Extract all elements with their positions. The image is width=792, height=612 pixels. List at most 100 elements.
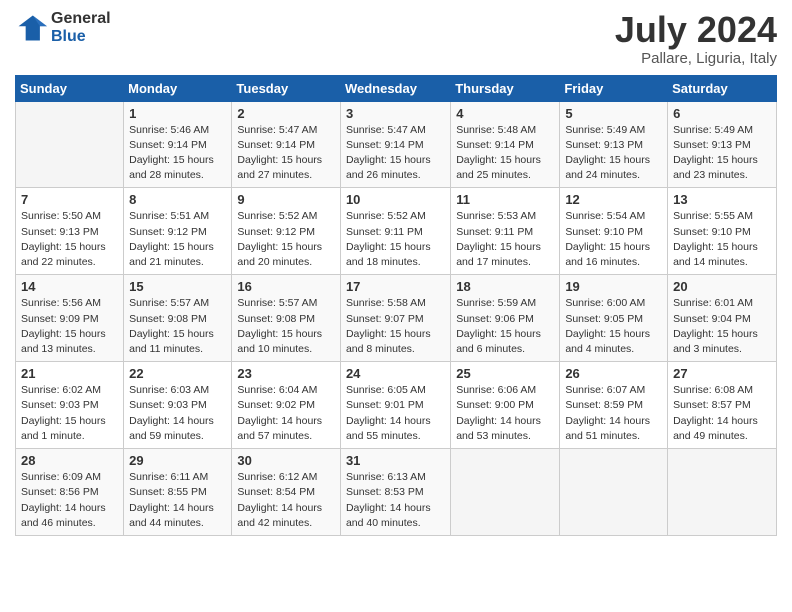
calendar-cell: 31 Sunrise: 6:13 AM Sunset: 8:53 PM Dayli…: [340, 449, 450, 536]
title-block: July 2024 Pallare, Liguria, Italy: [615, 10, 777, 67]
day-info: Sunrise: 5:56 AM Sunset: 9:09 PM Dayligh…: [21, 296, 118, 357]
day-info: Sunrise: 6:13 AM Sunset: 8:53 PM Dayligh…: [346, 470, 445, 531]
calendar-cell: [451, 449, 560, 536]
calendar-cell: 11 Sunrise: 5:53 AM Sunset: 9:11 PM Dayli…: [451, 188, 560, 275]
day-number: 19: [565, 279, 662, 294]
weekday-header: Tuesday: [232, 75, 341, 101]
calendar-cell: 17 Sunrise: 5:58 AM Sunset: 9:07 PM Dayli…: [340, 275, 450, 362]
day-info: Sunrise: 5:52 AM Sunset: 9:12 PM Dayligh…: [237, 209, 335, 270]
day-info: Sunrise: 6:07 AM Sunset: 8:59 PM Dayligh…: [565, 383, 662, 444]
day-number: 3: [346, 106, 445, 121]
logo-icon: [15, 12, 47, 44]
calendar-week-row: 28 Sunrise: 6:09 AM Sunset: 8:56 PM Dayli…: [16, 449, 777, 536]
day-number: 30: [237, 453, 335, 468]
day-number: 16: [237, 279, 335, 294]
weekday-header: Monday: [124, 75, 232, 101]
calendar-cell: 4 Sunrise: 5:48 AM Sunset: 9:14 PM Daylig…: [451, 101, 560, 188]
calendar-cell: 5Sunrise: 5:49 AM Sunset: 9:13 PM Daylig…: [560, 101, 668, 188]
calendar-cell: 9 Sunrise: 5:52 AM Sunset: 9:12 PM Daylig…: [232, 188, 341, 275]
calendar-cell: 30 Sunrise: 6:12 AM Sunset: 8:54 PM Dayli…: [232, 449, 341, 536]
day-info: Sunrise: 5:54 AM Sunset: 9:10 PM Dayligh…: [565, 209, 662, 270]
day-info: Sunrise: 5:55 AM Sunset: 9:10 PM Dayligh…: [673, 209, 771, 270]
day-number: 8: [129, 192, 226, 207]
weekday-header: Thursday: [451, 75, 560, 101]
logo-blue-text: Blue: [51, 28, 111, 46]
calendar-cell: 28 Sunrise: 6:09 AM Sunset: 8:56 PM Dayli…: [16, 449, 124, 536]
logo-text: General Blue: [51, 10, 111, 45]
day-number: 20: [673, 279, 771, 294]
day-info: Sunrise: 5:57 AM Sunset: 9:08 PM Dayligh…: [237, 296, 335, 357]
day-number: 24: [346, 366, 445, 381]
calendar-cell: 2 Sunrise: 5:47 AM Sunset: 9:14 PM Daylig…: [232, 101, 341, 188]
day-number: 12: [565, 192, 662, 207]
day-info: Sunrise: 5:53 AM Sunset: 9:11 PM Dayligh…: [456, 209, 554, 270]
day-number: 25: [456, 366, 554, 381]
calendar-cell: 18Sunrise: 5:59 AM Sunset: 9:06 PM Dayli…: [451, 275, 560, 362]
day-number: 4: [456, 106, 554, 121]
day-number: 11: [456, 192, 554, 207]
day-info: Sunrise: 5:52 AM Sunset: 9:11 PM Dayligh…: [346, 209, 445, 270]
page: General Blue July 2024 Pallare, Liguria,…: [0, 0, 792, 612]
day-info: Sunrise: 5:49 AM Sunset: 9:13 PM Dayligh…: [565, 123, 662, 184]
calendar-cell: 26Sunrise: 6:07 AM Sunset: 8:59 PM Dayli…: [560, 362, 668, 449]
day-number: 15: [129, 279, 226, 294]
day-info: Sunrise: 6:04 AM Sunset: 9:02 PM Dayligh…: [237, 383, 335, 444]
calendar-cell: 3Sunrise: 5:47 AM Sunset: 9:14 PM Daylig…: [340, 101, 450, 188]
calendar-cell: [16, 101, 124, 188]
calendar-cell: 16 Sunrise: 5:57 AM Sunset: 9:08 PM Dayli…: [232, 275, 341, 362]
day-number: 7: [21, 192, 118, 207]
calendar-cell: 12 Sunrise: 5:54 AM Sunset: 9:10 PM Dayli…: [560, 188, 668, 275]
day-number: 1: [129, 106, 226, 121]
calendar-week-row: 1 Sunrise: 5:46 AM Sunset: 9:14 PM Daylig…: [16, 101, 777, 188]
calendar-cell: 7 Sunrise: 5:50 AM Sunset: 9:13 PM Daylig…: [16, 188, 124, 275]
day-info: Sunrise: 5:46 AM Sunset: 9:14 PM Dayligh…: [129, 123, 226, 184]
calendar-week-row: 14Sunrise: 5:56 AM Sunset: 9:09 PM Dayli…: [16, 275, 777, 362]
day-info: Sunrise: 6:11 AM Sunset: 8:55 PM Dayligh…: [129, 470, 226, 531]
day-number: 21: [21, 366, 118, 381]
day-info: Sunrise: 5:58 AM Sunset: 9:07 PM Dayligh…: [346, 296, 445, 357]
calendar-cell: 27 Sunrise: 6:08 AM Sunset: 8:57 PM Dayli…: [668, 362, 777, 449]
day-info: Sunrise: 5:51 AM Sunset: 9:12 PM Dayligh…: [129, 209, 226, 270]
calendar-cell: 24Sunrise: 6:05 AM Sunset: 9:01 PM Dayli…: [340, 362, 450, 449]
weekday-header: Friday: [560, 75, 668, 101]
day-info: Sunrise: 6:06 AM Sunset: 9:00 PM Dayligh…: [456, 383, 554, 444]
day-number: 10: [346, 192, 445, 207]
calendar-cell: 10 Sunrise: 5:52 AM Sunset: 9:11 PM Dayli…: [340, 188, 450, 275]
day-info: Sunrise: 6:02 AM Sunset: 9:03 PM Dayligh…: [21, 383, 118, 444]
day-number: 22: [129, 366, 226, 381]
calendar-cell: 25 Sunrise: 6:06 AM Sunset: 9:00 PM Dayli…: [451, 362, 560, 449]
logo-general-text: General: [51, 10, 111, 28]
day-info: Sunrise: 6:09 AM Sunset: 8:56 PM Dayligh…: [21, 470, 118, 531]
day-number: 28: [21, 453, 118, 468]
calendar-cell: 19 Sunrise: 6:00 AM Sunset: 9:05 PM Dayli…: [560, 275, 668, 362]
calendar-week-row: 7 Sunrise: 5:50 AM Sunset: 9:13 PM Daylig…: [16, 188, 777, 275]
day-number: 17: [346, 279, 445, 294]
calendar-header-row: SundayMondayTuesdayWednesdayThursdayFrid…: [16, 75, 777, 101]
calendar-cell: 13 Sunrise: 5:55 AM Sunset: 9:10 PM Dayli…: [668, 188, 777, 275]
calendar-cell: [668, 449, 777, 536]
day-info: Sunrise: 5:50 AM Sunset: 9:13 PM Dayligh…: [21, 209, 118, 270]
weekday-header: Wednesday: [340, 75, 450, 101]
day-info: Sunrise: 5:47 AM Sunset: 9:14 PM Dayligh…: [237, 123, 335, 184]
calendar-cell: 29 Sunrise: 6:11 AM Sunset: 8:55 PM Dayli…: [124, 449, 232, 536]
logo: General Blue: [15, 10, 111, 45]
calendar-cell: 15Sunrise: 5:57 AM Sunset: 9:08 PM Dayli…: [124, 275, 232, 362]
day-number: 9: [237, 192, 335, 207]
day-info: Sunrise: 6:08 AM Sunset: 8:57 PM Dayligh…: [673, 383, 771, 444]
day-number: 6: [673, 106, 771, 121]
main-title: July 2024: [615, 10, 777, 50]
day-info: Sunrise: 5:49 AM Sunset: 9:13 PM Dayligh…: [673, 123, 771, 184]
day-number: 27: [673, 366, 771, 381]
calendar-cell: 23Sunrise: 6:04 AM Sunset: 9:02 PM Dayli…: [232, 362, 341, 449]
calendar-cell: 8 Sunrise: 5:51 AM Sunset: 9:12 PM Daylig…: [124, 188, 232, 275]
day-info: Sunrise: 5:48 AM Sunset: 9:14 PM Dayligh…: [456, 123, 554, 184]
day-number: 2: [237, 106, 335, 121]
weekday-header: Sunday: [16, 75, 124, 101]
day-number: 29: [129, 453, 226, 468]
day-number: 31: [346, 453, 445, 468]
calendar-cell: [560, 449, 668, 536]
day-info: Sunrise: 6:00 AM Sunset: 9:05 PM Dayligh…: [565, 296, 662, 357]
day-info: Sunrise: 6:01 AM Sunset: 9:04 PM Dayligh…: [673, 296, 771, 357]
day-info: Sunrise: 6:12 AM Sunset: 8:54 PM Dayligh…: [237, 470, 335, 531]
day-number: 13: [673, 192, 771, 207]
